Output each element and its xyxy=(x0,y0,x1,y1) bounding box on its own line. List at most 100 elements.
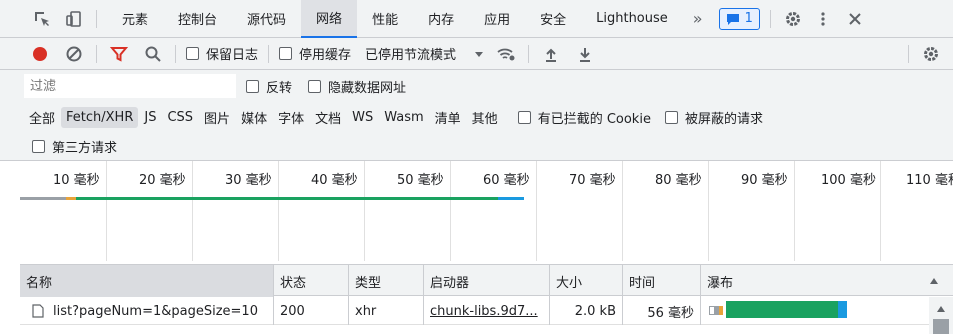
type-filter-manifest[interactable]: 清单 xyxy=(430,105,466,130)
inspect-element-icon[interactable] xyxy=(30,7,54,31)
request-initiator-cell[interactable]: chunk-libs.9d7... xyxy=(424,297,550,325)
type-filter-doc[interactable]: 文档 xyxy=(310,105,346,130)
column-header-status[interactable]: 状态 xyxy=(274,265,349,297)
type-filter-media[interactable]: 媒体 xyxy=(236,105,272,130)
tab-label: 性能 xyxy=(372,13,399,28)
timeline-tick xyxy=(536,161,537,261)
record-icon[interactable] xyxy=(28,42,52,66)
timeline-tick xyxy=(278,161,279,261)
tab-label: 元素 xyxy=(122,13,149,28)
tab-label: 应用 xyxy=(484,13,511,28)
settings-gear-icon[interactable] xyxy=(781,7,805,31)
type-filter-wasm[interactable]: Wasm xyxy=(379,107,428,128)
network-conditions-wifi-icon[interactable] xyxy=(494,42,518,66)
more-tabs-button[interactable]: » xyxy=(683,9,713,28)
timeline-tick xyxy=(364,161,365,261)
column-label: 类型 xyxy=(355,275,382,291)
tab-label: 网络 xyxy=(316,12,343,27)
type-filter-img[interactable]: 图片 xyxy=(199,105,235,130)
table-row[interactable]: list?pageNum=1&pageSize=10 200 xhr chunk… xyxy=(20,297,953,334)
request-name-cell[interactable]: list?pageNum=1&pageSize=10 xyxy=(20,297,274,325)
checkbox-label: 停用缓存 xyxy=(299,48,352,63)
search-icon[interactable] xyxy=(141,42,165,66)
type-filter-all[interactable]: 全部 xyxy=(24,105,60,130)
preserve-log-checkbox[interactable]: 保留日志 xyxy=(186,44,258,63)
export-har-icon[interactable] xyxy=(573,42,597,66)
tab-security[interactable]: 安全 xyxy=(525,0,581,38)
column-label: 瀑布 xyxy=(707,275,734,291)
resource-type-filters: 全部 Fetch/XHR JS CSS 图片 媒体 字体 文档 WS Wasm … xyxy=(0,102,953,132)
more-options-icon[interactable] xyxy=(811,7,835,31)
type-filter-other[interactable]: 其他 xyxy=(467,105,503,130)
checkbox-box[interactable] xyxy=(246,79,259,93)
column-header-initiator[interactable]: 启动器 xyxy=(424,265,550,297)
timeline-tick-label: 110 毫秒 xyxy=(906,173,953,188)
column-header-name[interactable]: 名称 xyxy=(20,265,274,297)
request-size-cell: 2.0 kB xyxy=(550,297,623,325)
disable-cache-checkbox[interactable]: 停用缓存 xyxy=(279,44,351,63)
throttling-select[interactable]: 已停用节流模式 xyxy=(365,44,484,63)
message-icon xyxy=(726,13,739,25)
filter-icon[interactable] xyxy=(107,42,131,66)
close-icon[interactable] xyxy=(843,7,867,31)
tab-application[interactable]: 应用 xyxy=(469,0,525,38)
column-header-type[interactable]: 类型 xyxy=(349,265,424,297)
request-status-cell: 200 xyxy=(274,297,349,325)
overview-timeline[interactable]: 10 毫秒 20 毫秒 30 毫秒 40 毫秒 50 毫秒 60 毫秒 70 毫… xyxy=(20,161,953,262)
issues-badge[interactable]: 1 xyxy=(718,7,760,30)
waterfall-waiting xyxy=(726,301,838,318)
checkbox-box[interactable] xyxy=(32,139,45,153)
timeline-tick-label: 50 毫秒 xyxy=(397,173,444,188)
scroll-up-arrow-icon[interactable] xyxy=(936,305,946,313)
network-settings-gear-icon[interactable] xyxy=(919,42,943,66)
column-header-time[interactable]: 时间 xyxy=(623,265,701,297)
timeline-tick-label: 10 毫秒 xyxy=(53,173,100,188)
initiator-link[interactable]: chunk-libs.9d7... xyxy=(430,304,538,319)
filter-input[interactable] xyxy=(24,74,236,98)
checkbox-box[interactable] xyxy=(186,47,199,60)
blocked-cookies-checkbox[interactable]: 有已拦截的 Cookie xyxy=(517,108,651,127)
import-har-icon[interactable] xyxy=(539,42,563,66)
type-filter-fetch-xhr[interactable]: Fetch/XHR xyxy=(61,106,139,128)
type-filter-font[interactable]: 字体 xyxy=(273,105,309,130)
tab-memory[interactable]: 内存 xyxy=(413,0,469,38)
requests-table-header: 名称 状态 类型 启动器 大小 时间 瀑布 xyxy=(20,264,953,297)
timeline-tick-label: 30 毫秒 xyxy=(225,173,272,188)
column-header-waterfall[interactable]: 瀑布 xyxy=(701,265,953,297)
timeline-tick-label: 100 毫秒 xyxy=(821,173,876,188)
request-type: xhr xyxy=(355,303,377,319)
tab-network[interactable]: 网络 xyxy=(301,0,358,38)
checkbox-box[interactable] xyxy=(279,47,293,60)
checkbox-box[interactable] xyxy=(664,110,678,124)
device-toolbar-icon[interactable] xyxy=(62,7,86,31)
timeline-tick-label: 60 毫秒 xyxy=(483,173,530,188)
request-time: 56 毫秒 xyxy=(647,305,694,321)
blocked-requests-checkbox[interactable]: 被屏蔽的请求 xyxy=(664,108,763,127)
checkbox-box[interactable] xyxy=(517,110,531,124)
column-label: 时间 xyxy=(629,275,656,291)
checkbox-label: 第三方请求 xyxy=(52,140,118,156)
overview-bar-download xyxy=(498,197,524,200)
clear-icon[interactable] xyxy=(62,42,86,66)
hide-data-urls-checkbox[interactable]: 隐藏数据网址 xyxy=(308,77,406,96)
scrollbar-thumb[interactable] xyxy=(933,319,949,334)
checkbox-box[interactable] xyxy=(308,79,322,93)
third-party-checkbox[interactable]: 第三方请求 xyxy=(32,137,117,156)
tab-sources[interactable]: 源代码 xyxy=(232,0,301,38)
column-header-size[interactable]: 大小 xyxy=(550,265,623,297)
tab-lighthouse[interactable]: Lighthouse xyxy=(581,0,683,38)
separator xyxy=(96,9,97,28)
vertical-scrollbar[interactable] xyxy=(929,297,953,334)
request-waterfall-cell[interactable] xyxy=(701,297,935,325)
type-filter-ws[interactable]: WS xyxy=(347,107,378,128)
checkbox-label: 有已拦截的 Cookie xyxy=(537,111,651,127)
throttling-value: 已停用节流模式 xyxy=(365,48,457,63)
invert-checkbox[interactable]: 反转 xyxy=(246,77,292,96)
tab-elements[interactable]: 元素 xyxy=(107,0,163,38)
tab-console[interactable]: 控制台 xyxy=(163,0,232,38)
network-toolbar: 保留日志 停用缓存 已停用节流模式 xyxy=(0,38,953,70)
type-filter-css[interactable]: CSS xyxy=(162,107,198,128)
type-filter-js[interactable]: JS xyxy=(139,107,161,128)
tab-performance[interactable]: 性能 xyxy=(357,0,413,38)
checkbox-label: 反转 xyxy=(266,80,293,96)
